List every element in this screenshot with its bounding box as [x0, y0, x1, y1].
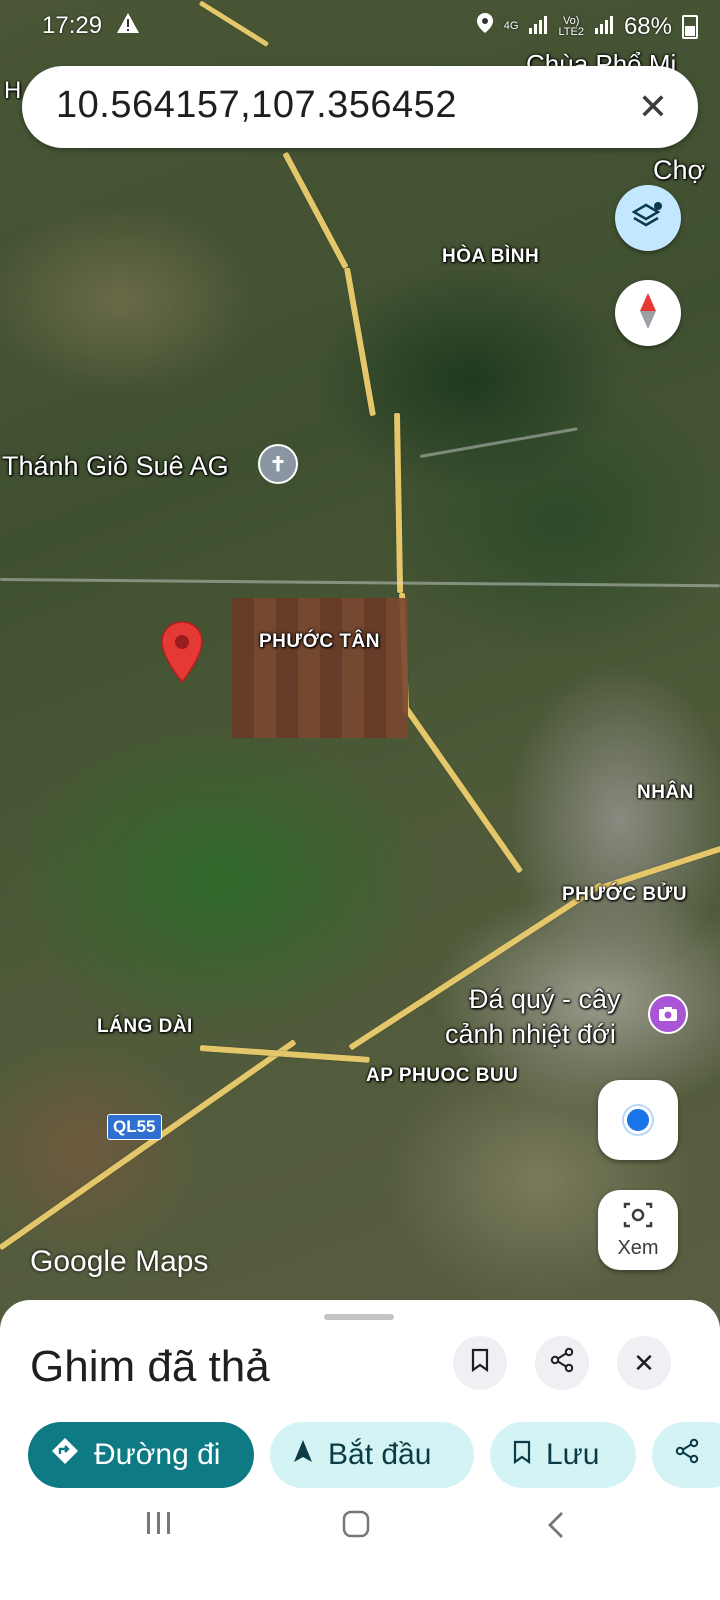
lens-button[interactable]: Xem — [598, 1190, 678, 1270]
road-north-south — [282, 151, 349, 270]
network-4g: 4G — [503, 20, 519, 32]
road-minor — [0, 578, 720, 588]
status-bar: 17:29 4G Vo) LTE2 68% — [0, 0, 720, 52]
road-segment — [394, 412, 404, 594]
directions-label: Đường đi — [94, 1438, 221, 1471]
lens-camera-icon — [621, 1200, 655, 1235]
poi-label-gem-line2[interactable]: cảnh nhiệt đới — [445, 1018, 616, 1051]
navigation-arrow-icon — [292, 1438, 314, 1472]
back-icon[interactable] — [546, 1510, 566, 1548]
bookmark-button[interactable] — [453, 1336, 507, 1390]
farm-field — [232, 598, 408, 738]
share-chip-button[interactable] — [652, 1422, 720, 1488]
close-sheet-button[interactable]: ✕ — [617, 1336, 671, 1390]
close-icon[interactable]: ✕ — [638, 86, 668, 128]
map-label-lang-dai: LÁNG DÀI — [97, 1016, 193, 1037]
system-nav-bar — [0, 1490, 720, 1600]
start-label: Bắt đầu — [328, 1438, 432, 1471]
bookmark-icon — [512, 1438, 532, 1472]
save-label: Lưu — [546, 1438, 600, 1471]
directions-icon — [50, 1436, 80, 1474]
map-label-hoa-binh: HÒA BÌNH — [442, 246, 540, 267]
location-icon — [476, 12, 494, 41]
map-label-edge: H — [4, 77, 22, 104]
dropped-pin-icon[interactable] — [160, 620, 204, 689]
layers-button[interactable] — [615, 185, 681, 251]
road-segment — [403, 706, 524, 874]
layers-icon — [631, 199, 665, 238]
status-time: 17:29 — [42, 12, 103, 39]
search-query[interactable]: 10.564157,107.356452 — [56, 84, 457, 127]
volte-indicator: Vo) LTE2 — [558, 14, 584, 38]
map-label-ap-phuoc-buu: AP PHUOC BUU — [366, 1065, 519, 1086]
road-segment — [344, 267, 377, 417]
close-icon: ✕ — [633, 1347, 655, 1378]
signal-icon — [528, 13, 548, 41]
start-button[interactable]: Bắt đầu — [270, 1422, 474, 1488]
road-minor — [419, 427, 578, 458]
google-maps-watermark: Google Maps — [30, 1245, 209, 1278]
compass-icon — [637, 291, 659, 336]
share-icon — [549, 1347, 575, 1380]
route-shield-ql55: QL55 — [107, 1114, 162, 1140]
recents-icon[interactable] — [145, 1510, 173, 1544]
poi-label-gem-line1[interactable]: Đá quý - cây — [469, 983, 621, 1016]
directions-button[interactable]: Đường đi — [28, 1422, 254, 1488]
warning-icon — [116, 12, 140, 41]
share-icon — [674, 1438, 700, 1472]
sheet-drag-handle[interactable] — [324, 1314, 394, 1320]
compass-button[interactable] — [615, 280, 681, 346]
map-label-phuoc-buu: PHƯỚC BỬU — [562, 884, 688, 905]
church-icon[interactable]: ✝ — [258, 444, 298, 484]
bookmark-icon — [470, 1348, 490, 1379]
save-button[interactable]: Lưu — [490, 1422, 636, 1488]
lens-label: Xem — [617, 1237, 659, 1259]
status-icons: 4G Vo) LTE2 68% — [476, 12, 698, 41]
share-button[interactable] — [535, 1336, 589, 1390]
search-bar[interactable]: 10.564157,107.356452 ✕ — [22, 66, 698, 148]
camera-poi-icon[interactable] — [648, 994, 688, 1034]
road-ql55 — [0, 1039, 297, 1251]
signal-icon-2 — [594, 13, 614, 41]
battery-icon — [682, 14, 698, 39]
my-location-button[interactable] — [598, 1080, 678, 1160]
map-label-cho: Chợ — [653, 155, 706, 185]
map-label-nhan: NHÂN — [637, 782, 694, 803]
my-location-icon — [624, 1106, 652, 1134]
home-icon[interactable] — [342, 1510, 370, 1546]
battery-percent: 68% — [623, 12, 672, 40]
poi-label-church[interactable]: Thánh Giô Suê AG — [2, 450, 229, 483]
map-label-phuoc-tan: PHƯỚC TÂN — [259, 631, 380, 652]
place-title: Ghim đã thả — [30, 1342, 270, 1391]
